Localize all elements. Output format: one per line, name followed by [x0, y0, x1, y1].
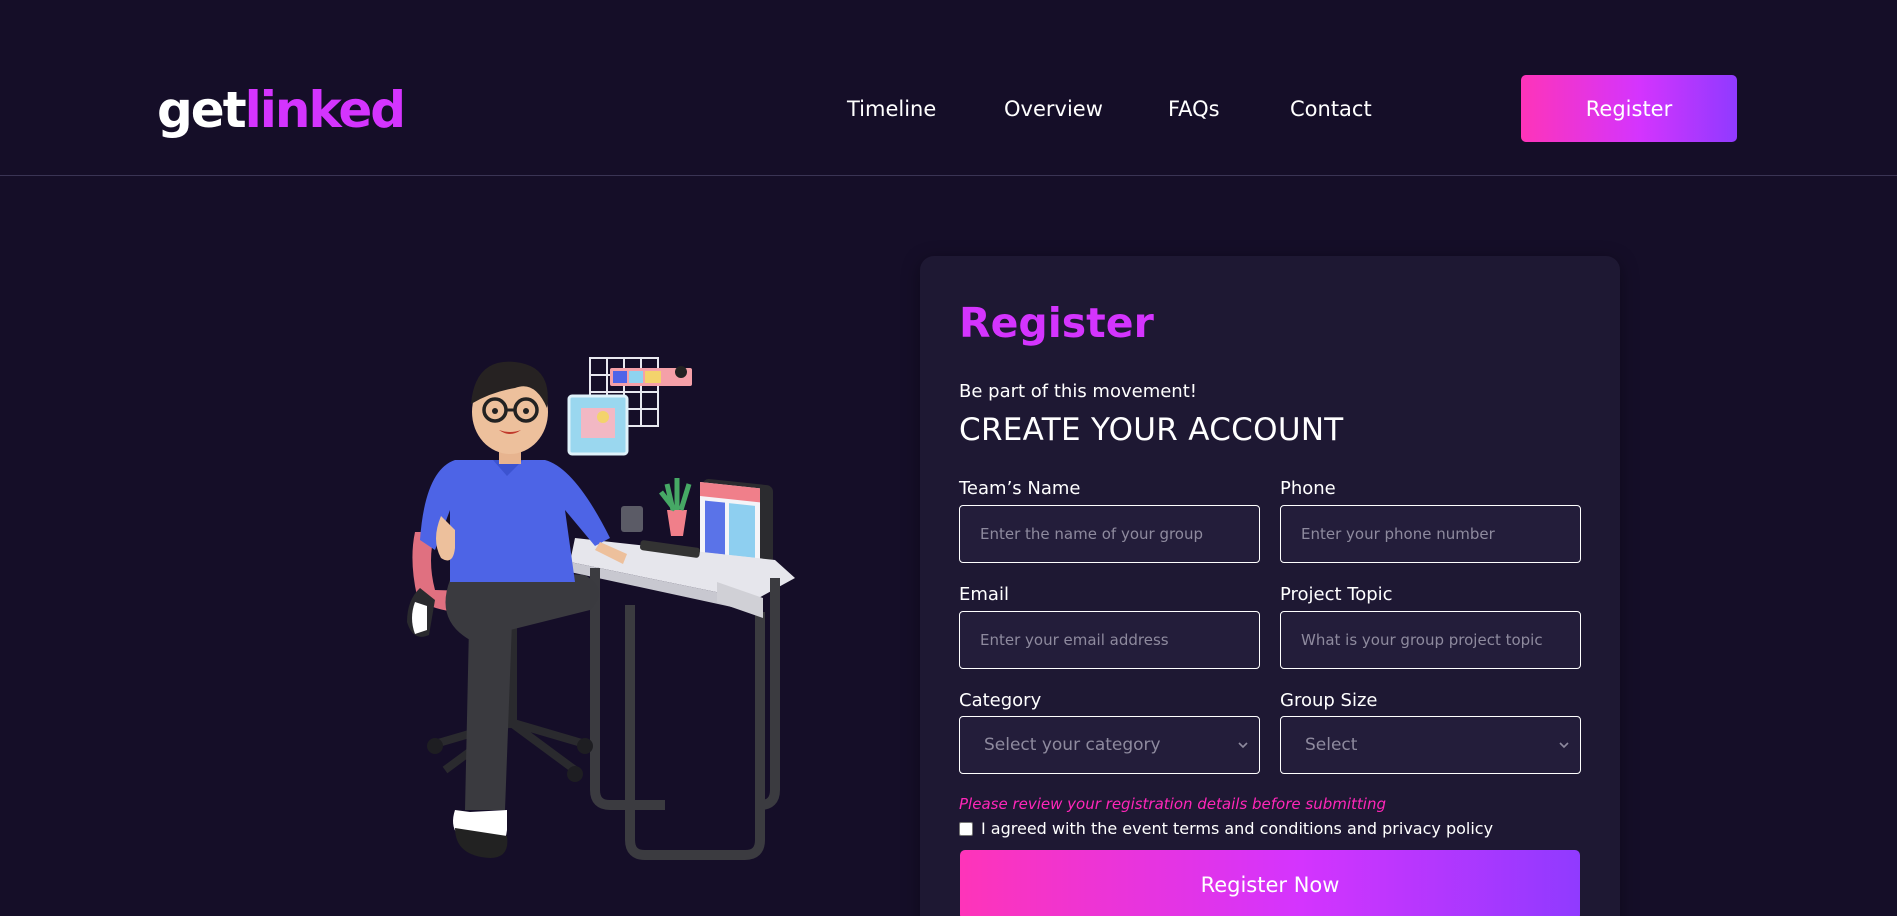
mug-icon	[621, 506, 643, 532]
registration-card: Register Be part of this movement! CREAT…	[920, 256, 1620, 916]
email-input[interactable]	[959, 611, 1260, 669]
plant-icon	[659, 478, 692, 536]
logo-part-linked: linked	[244, 81, 406, 139]
form-heading: CREATE YOUR ACCOUNT	[959, 412, 1344, 448]
form-subtitle: Be part of this movement!	[959, 381, 1197, 402]
chevron-down-icon	[1559, 742, 1569, 749]
nav-contact[interactable]: Contact	[1290, 94, 1372, 124]
logo[interactable]: getlinked	[157, 80, 406, 140]
category-select[interactable]: Select your category	[959, 716, 1260, 774]
category-label: Category	[959, 690, 1042, 711]
email-label: Email	[959, 584, 1009, 605]
terms-checkbox[interactable]	[959, 822, 973, 836]
category-selected-value: Select your category	[984, 735, 1161, 755]
project-topic-label: Project Topic	[1280, 584, 1393, 605]
chevron-down-icon	[1238, 742, 1248, 749]
review-warning-text: Please review your registration details …	[959, 795, 1386, 813]
team-name-label: Team’s Name	[959, 478, 1081, 499]
person-at-desk-illustration	[407, 357, 795, 860]
phone-label: Phone	[1280, 478, 1336, 499]
site-header: getlinked Timeline Overview FAQs Contact…	[0, 0, 1897, 176]
nav-overview[interactable]: Overview	[1004, 94, 1103, 124]
group-size-label: Group Size	[1280, 690, 1378, 711]
floating-image-card-icon	[567, 394, 629, 456]
nav-faqs[interactable]: FAQs	[1168, 94, 1220, 124]
nav-timeline[interactable]: Timeline	[847, 94, 936, 124]
desk-icon	[570, 538, 795, 860]
register-now-button[interactable]: Register Now	[960, 850, 1580, 916]
header-register-button[interactable]: Register	[1521, 75, 1737, 142]
team-name-input[interactable]	[959, 505, 1260, 563]
phone-input[interactable]	[1280, 505, 1581, 563]
terms-label: I agreed with the event terms and condit…	[981, 819, 1494, 838]
form-title: Register	[959, 299, 1154, 347]
group-size-select[interactable]: Select	[1280, 716, 1581, 774]
project-topic-input[interactable]	[1280, 611, 1581, 669]
group-size-selected-value: Select	[1305, 735, 1358, 755]
terms-agreement: I agreed with the event terms and condit…	[959, 819, 1493, 839]
logo-part-get: get	[157, 81, 247, 139]
